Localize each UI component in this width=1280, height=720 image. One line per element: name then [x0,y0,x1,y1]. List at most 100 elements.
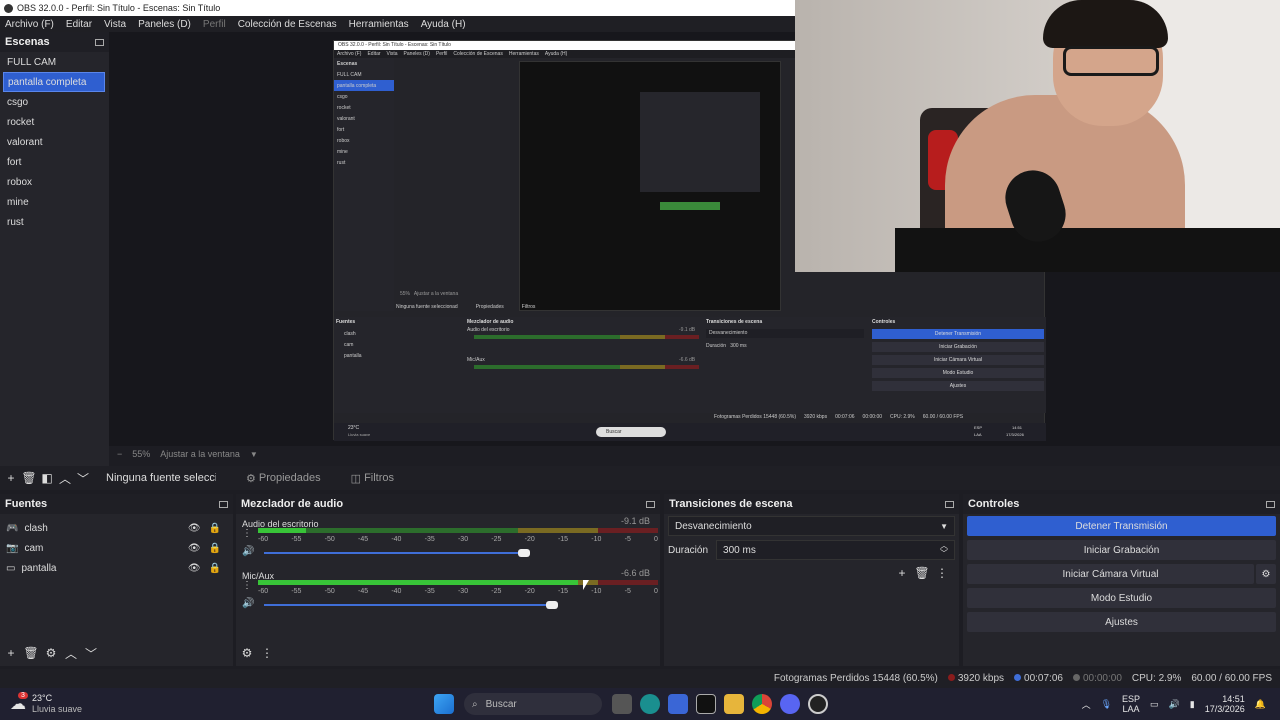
volume-fader[interactable] [264,549,530,557]
lock-icon[interactable]: 🔒 [209,563,221,574]
tick-label: -60 [258,588,269,595]
menu-coleccion[interactable]: Colección de Escenas [238,19,337,30]
weather-widget[interactable]: ☁ 3 23°C Lluvia suave [10,692,430,715]
menu-archivo[interactable]: Archivo (F) [5,19,54,30]
add-source-button[interactable]: + [2,644,20,662]
source-item-clash[interactable]: 🎮 clash 👁 🔒 [0,518,233,538]
task-view-icon[interactable] [612,694,632,714]
lock-icon[interactable]: 🔒 [209,523,221,534]
add-transition-button[interactable]: + [893,564,911,582]
menu-herramientas[interactable]: Herramientas [349,19,409,30]
chrome-icon[interactable] [752,694,772,714]
tick-label: -40 [391,536,402,543]
volume-fader[interactable] [264,601,558,609]
clock-date: 17/3/2026 [1204,704,1245,714]
speaker-icon[interactable]: 🔊 [242,546,254,557]
zoom-out-button[interactable]: − [117,449,122,459]
undock-icon[interactable] [219,500,228,508]
move-scene-down-button[interactable]: ﹀ [74,469,92,487]
scene-item-fort[interactable]: fort [3,152,105,172]
add-scene-button[interactable]: + [2,469,20,487]
duration-label: Duración [668,544,709,556]
studio-mode-button[interactable]: Modo Estudio [967,588,1276,608]
scene-item-rocket[interactable]: rocket [3,112,105,132]
menu-paneles[interactable]: Paneles (D) [138,19,191,30]
start-virtual-camera-button[interactable]: Iniciar Cámara Virtual [967,564,1254,584]
stop-streaming-button[interactable]: Detener Transmisión [967,516,1276,536]
source-name: pantalla [21,562,57,574]
obs-icon[interactable] [808,694,828,714]
mic-icon[interactable]: 🎙 [1101,699,1112,710]
scene-item-robox[interactable]: robox [3,172,105,192]
settings-button[interactable]: Ajustes [967,612,1276,632]
discord-icon[interactable] [780,694,800,714]
transition-menu-icon[interactable]: ⋮ [933,564,951,582]
virtual-camera-settings-button[interactable]: ⚙ [1256,564,1276,584]
fit-to-window-button[interactable]: Ajustar a la ventana [160,449,240,459]
chevron-down-icon[interactable]: ▼ [250,450,258,459]
scene-item-csgo[interactable]: csgo [3,92,105,112]
move-source-down-button[interactable]: ﹀ [82,644,100,662]
transition-select[interactable]: Desvanecimiento ▼ [668,516,955,536]
webcam-feed [795,0,1280,272]
lock-icon[interactable]: 🔒 [209,543,221,554]
undock-icon[interactable] [646,500,655,508]
scene-item-mine[interactable]: mine [3,192,105,212]
volume-icon[interactable]: 🔊 [1169,699,1180,710]
spin-arrows-icon[interactable]: ︿ ﹀ [940,542,948,558]
eye-icon[interactable]: 👁 [188,523,201,534]
filters-button[interactable]: ◫ Filtros [351,472,394,485]
scene-item-valorant[interactable]: valorant [3,132,105,152]
tick-label: -20 [524,536,535,543]
edge-icon[interactable] [640,694,660,714]
menu-perfil[interactable]: Perfil [203,19,226,30]
scene-item-full-cam[interactable]: FULL CAM [3,52,105,72]
fader-knob[interactable] [518,549,530,557]
menu-ayuda[interactable]: Ayuda (H) [421,19,466,30]
network-icon[interactable]: ▭ [1150,699,1159,710]
nested-temp: 23°C [348,425,360,431]
source-item-cam[interactable]: 📷 cam 👁 🔒 [0,538,233,558]
duration-spinbox[interactable]: 300 ms ︿ ﹀ [716,540,955,560]
source-settings-button[interactable]: ⚙ [42,644,60,662]
mixer-menu-icon[interactable]: ⋮ [258,644,276,662]
source-name: cam [24,542,44,554]
language-indicator[interactable]: ESP LAA [1122,694,1140,714]
scene-item-rust[interactable]: rust [3,212,105,232]
fader-knob[interactable] [546,601,558,609]
move-source-up-button[interactable]: ︿ [62,644,80,662]
capcut-icon[interactable] [696,694,716,714]
kebab-menu-icon[interactable]: ⋮ [242,528,252,539]
clock[interactable]: 14:51 17/3/2026 [1205,694,1245,714]
scene-filter-button[interactable]: ◧ [38,469,56,487]
nested-scene-item: csgo [337,93,348,100]
properties-button[interactable]: ⚙ Propiedades [246,472,321,485]
remove-scene-button[interactable]: 🗑 [20,469,38,487]
kebab-menu-icon[interactable]: ⋮ [242,580,252,591]
advanced-audio-button[interactable]: ⚙ [238,644,256,662]
menu-vista[interactable]: Vista [104,19,126,30]
eye-icon[interactable]: 👁 [188,543,201,554]
menu-editar[interactable]: Editar [66,19,92,30]
remove-source-button[interactable]: 🗑 [22,644,40,662]
scene-item-pantalla-completa[interactable]: pantalla completa [3,72,105,92]
undock-icon[interactable] [1266,500,1275,508]
nested-vcam: Iniciar Cámara Virtual [872,355,1044,365]
battery-icon[interactable]: ▮ [1190,699,1195,710]
start-recording-button[interactable]: Iniciar Grabación [967,540,1276,560]
file-explorer-icon[interactable] [724,694,744,714]
tray-overflow-icon[interactable]: ︿ [1082,698,1091,711]
undock-icon[interactable] [95,38,104,46]
eye-icon[interactable]: 👁 [188,563,201,574]
gear-icon: ⚙ [1261,568,1271,580]
speaker-icon[interactable]: 🔊 [242,598,254,609]
nested-source-item: clash [344,331,356,337]
notification-icon[interactable]: 🔔 [1255,699,1266,710]
store-icon[interactable] [668,694,688,714]
taskbar-search[interactable]: ⌕ Buscar [464,693,602,715]
windows-start-icon[interactable] [434,694,454,714]
move-scene-up-button[interactable]: ︿ [56,469,74,487]
source-item-pantalla[interactable]: ▭ pantalla 👁 🔒 [0,558,233,578]
remove-transition-button[interactable]: 🗑 [913,564,931,582]
undock-icon[interactable] [945,500,954,508]
